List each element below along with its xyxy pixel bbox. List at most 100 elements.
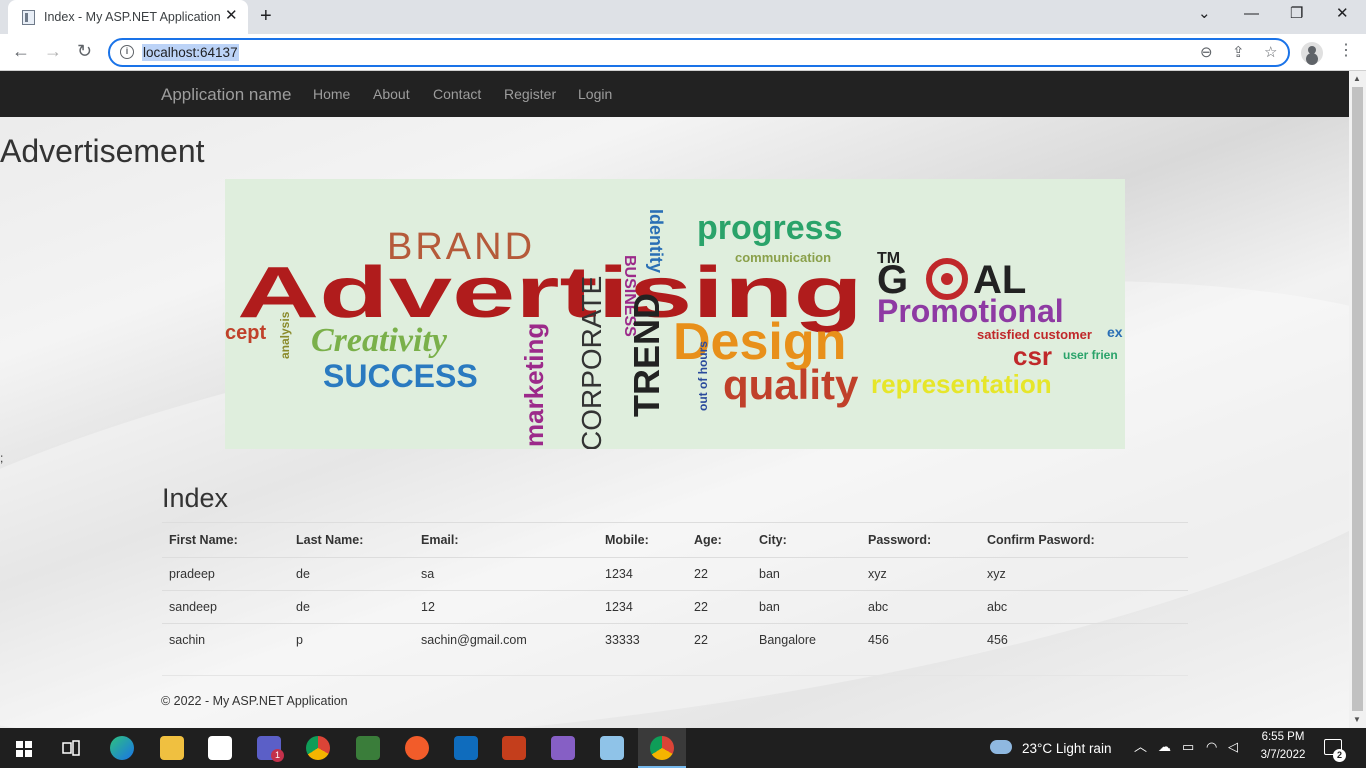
reload-button[interactable]: ↻ [77, 41, 92, 61]
network-drive-icon[interactable]: ☁ [1158, 739, 1171, 755]
chrome-icon[interactable] [306, 736, 330, 760]
table-cell: Bangalore [759, 633, 816, 648]
word-analysis: analysis [278, 311, 292, 359]
word-quality: quality [723, 361, 859, 408]
tab-strip: Index - My ASP.NET Application ✕ + ⌄ — ❐… [0, 0, 1366, 34]
table-cell: 22 [687, 557, 752, 591]
table-cell: xyz [980, 557, 1188, 591]
zoom-icon[interactable]: ⊖ [1200, 44, 1213, 61]
weather-cloud-icon[interactable] [990, 740, 1012, 754]
column-header: First Name: [162, 522, 289, 558]
close-tab-icon[interactable]: ✕ [225, 8, 238, 24]
nav-link-register[interactable]: Register [504, 86, 556, 102]
profile-avatar-icon[interactable] [1301, 42, 1323, 64]
column-header: Email: [414, 522, 598, 558]
visual-studio-icon[interactable] [551, 736, 575, 760]
advertisement-image: BRAND BUSINESS Identity progress communi… [225, 179, 1125, 449]
edge-icon[interactable] [110, 736, 134, 760]
forward-button[interactable]: → [44, 41, 62, 61]
index-heading: Index [162, 483, 229, 513]
windows-taskbar: 1 23°C Light rain ︿ ☁ ▭ ◠ ◁ 6:55 PM 3/7/… [0, 728, 1366, 768]
teams-icon[interactable]: 1 [257, 736, 284, 762]
word-promotional: Promotional [877, 293, 1064, 329]
table-cell: pradeep [162, 557, 289, 591]
volume-icon[interactable]: ◁ [1228, 739, 1238, 755]
close-window-button[interactable]: ✕ [1336, 6, 1349, 22]
column-header: City: [752, 522, 861, 558]
table-cell: 1234 [598, 557, 687, 591]
page-scrollbar[interactable]: ▲ ▼ [1349, 71, 1366, 728]
table-cell: 33333 [605, 633, 640, 648]
nav-link-home[interactable]: Home [313, 86, 350, 102]
scrollbar-thumb[interactable] [1352, 87, 1363, 711]
new-tab-button[interactable]: + [260, 5, 272, 27]
bookmark-star-icon[interactable]: ☆ [1264, 44, 1277, 61]
stray-text: ; [0, 451, 4, 465]
windows-start-icon[interactable] [16, 741, 32, 757]
word-representation: representation [871, 369, 1052, 399]
site-navbar: Application name Home About Contact Regi… [0, 71, 1349, 117]
footer-divider [162, 675, 1188, 676]
column-header: Confirm Pasword: [980, 522, 1188, 558]
table-cell: de [289, 590, 414, 624]
page-favicon-icon [22, 10, 35, 25]
minimize-button[interactable]: — [1244, 6, 1259, 22]
browser-toolbar: ← → ↻ i localhost:64137 ⊖ ⇪ ☆ ⋮ [0, 34, 1366, 71]
battery-icon[interactable]: ▭ [1182, 739, 1194, 755]
restore-button[interactable]: ❐ [1290, 6, 1303, 22]
active-chrome-taskbar-item[interactable] [638, 728, 686, 768]
wifi-icon[interactable]: ◠ [1206, 739, 1217, 755]
table-cell: p [296, 633, 303, 648]
advertising-word-cloud: BRAND BUSINESS Identity progress communi… [225, 179, 1125, 449]
table-cell: sachin [169, 633, 206, 648]
table-cell: 12 [414, 590, 598, 624]
outlook-icon[interactable] [454, 736, 478, 760]
teams-badge: 1 [271, 749, 284, 762]
powerpoint-icon[interactable] [502, 736, 526, 760]
share-icon[interactable]: ⇪ [1232, 44, 1245, 61]
site-info-icon[interactable]: i [120, 45, 134, 59]
table-cell: de [289, 557, 414, 591]
table-cell: 1234 [598, 590, 687, 624]
clock-time[interactable]: 6:55 PM [1259, 731, 1307, 743]
table-cell: ban [752, 590, 861, 624]
table-row: sachin p sachin@gmail.com 33333 22 Banga… [162, 624, 1188, 657]
word-trend: TREND [626, 293, 667, 417]
brand-link[interactable]: Application name [161, 85, 291, 105]
task-view-icon[interactable] [62, 740, 80, 756]
table-row: sandeep de 12 1234 22 ban abc abc [162, 590, 1188, 624]
scroll-up-icon[interactable]: ▲ [1353, 74, 1361, 83]
clock-date[interactable]: 3/7/2022 [1255, 749, 1311, 761]
nav-link-login[interactable]: Login [578, 86, 612, 102]
word-satisfied-customer: satisfied customer [977, 327, 1092, 342]
table-cell: xyz [861, 557, 980, 591]
address-bar[interactable]: i localhost:64137 ⊖ ⇪ ☆ [108, 38, 1290, 67]
weather-status[interactable]: 23°C Light rain [1022, 741, 1111, 756]
column-header: Mobile: [598, 522, 687, 558]
table-cell: sandeep [162, 590, 289, 624]
table-cell: sa [414, 557, 598, 591]
word-cept: cept [225, 322, 266, 344]
file-explorer-icon[interactable] [160, 736, 184, 760]
nav-link-about[interactable]: About [373, 86, 410, 102]
word-out-of-hours: out of hours [696, 341, 710, 411]
users-table: First Name: Last Name: Email: Mobile: Ag… [162, 522, 1188, 657]
browser-tab[interactable]: Index - My ASP.NET Application ✕ [8, 0, 248, 34]
postman-icon[interactable] [405, 736, 429, 760]
word-progress: progress [697, 209, 843, 247]
browser-menu-icon[interactable]: ⋮ [1338, 42, 1354, 60]
nav-link-contact[interactable]: Contact [433, 86, 481, 102]
sticky-app-icon[interactable] [356, 736, 380, 760]
scroll-down-icon[interactable]: ▼ [1353, 715, 1361, 724]
url-text[interactable]: localhost:64137 [142, 44, 239, 61]
word-success: SUCCESS [323, 358, 478, 394]
back-button[interactable]: ← [12, 41, 30, 61]
page-viewport: Application name Home About Contact Regi… [0, 71, 1349, 728]
notes-app-icon[interactable] [600, 736, 624, 760]
microsoft-store-icon[interactable] [208, 736, 232, 760]
tab-search-icon[interactable]: ⌄ [1198, 6, 1211, 22]
advertisement-heading: Advertisement [0, 133, 205, 169]
table-cell: abc [861, 590, 980, 624]
word-creativity: Creativity [311, 322, 448, 359]
show-hidden-icons-icon[interactable]: ︿ [1134, 739, 1147, 755]
